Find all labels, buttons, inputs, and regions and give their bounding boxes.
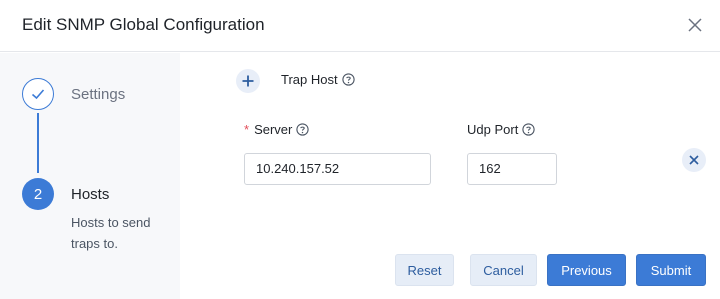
add-trap-host-button[interactable] (236, 69, 260, 93)
submit-button[interactable]: Submit (636, 254, 706, 286)
edit-snmp-dialog: Edit SNMP Global Configuration Settings … (0, 0, 720, 299)
previous-button[interactable]: Previous (547, 254, 626, 286)
trap-host-title: Trap Host (281, 72, 355, 87)
step-hosts-label[interactable]: Hosts (71, 186, 109, 203)
close-icon[interactable] (684, 14, 706, 36)
x-icon (689, 155, 699, 165)
step-1-check-icon (22, 78, 54, 110)
udp-port-input[interactable]: 162 (467, 153, 557, 185)
reset-button[interactable]: Reset (395, 254, 454, 286)
udp-port-help-icon[interactable] (522, 123, 535, 136)
server-label: * Server (244, 122, 310, 137)
trap-host-title-text: Trap Host (281, 72, 338, 87)
server-label-text: Server (254, 122, 293, 137)
plus-icon (242, 75, 254, 87)
step-settings-label[interactable]: Settings (71, 86, 125, 103)
step-connector (37, 113, 39, 173)
remove-trap-host-button[interactable] (682, 148, 706, 172)
server-help-icon[interactable] (296, 123, 310, 136)
step-hosts-description: Hosts to send traps to. (71, 215, 151, 251)
dialog-header: Edit SNMP Global Configuration (0, 0, 720, 52)
required-marker: * (244, 122, 250, 137)
cancel-button[interactable]: Cancel (470, 254, 537, 286)
udp-port-label-text: Udp Port (467, 122, 519, 137)
dialog-title: Edit SNMP Global Configuration (22, 15, 265, 34)
trap-host-help-icon[interactable] (341, 73, 355, 86)
udp-port-label: Udp Port (467, 122, 535, 137)
server-input[interactable]: 10.240.157.52 (244, 153, 431, 185)
step-2-number: 2 (22, 178, 54, 210)
stepper: Settings 2 Hosts Hosts to send traps to. (0, 53, 180, 299)
